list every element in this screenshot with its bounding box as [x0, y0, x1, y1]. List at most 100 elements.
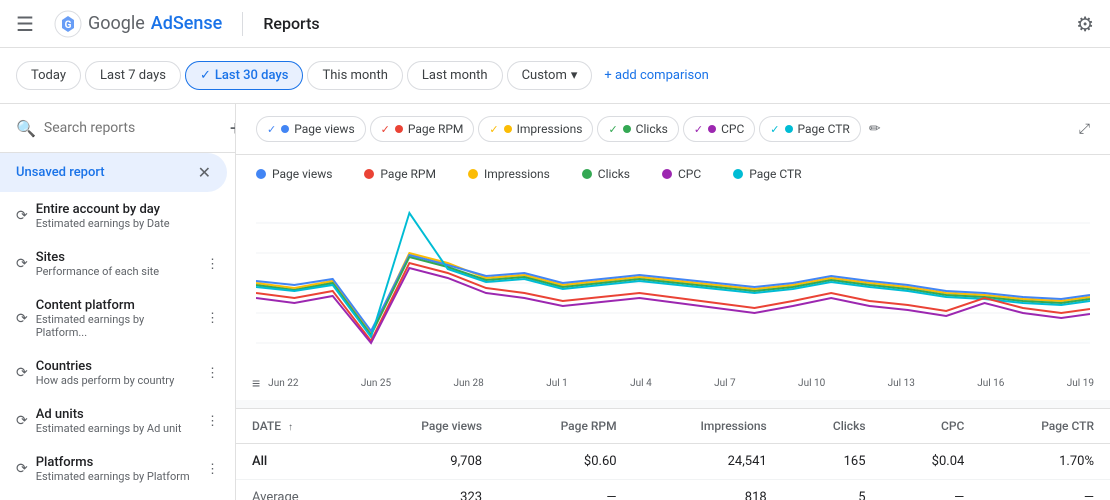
item-name: Sites: [36, 250, 198, 265]
more-menu-icon[interactable]: ⋮: [206, 414, 219, 429]
chart-section: ✓ Page views ✓ Page RPM ✓ Impressions ✓: [236, 104, 1110, 400]
date-label: Jun 28: [454, 378, 484, 389]
sidebar-item-ad-units[interactable]: ⟳ Ad units Estimated earnings by Ad unit…: [0, 397, 235, 445]
date-axis-row: ≡ Jun 22 Jun 25 Jun 28 Jul 1 Jul 4 Jul 7…: [236, 373, 1110, 400]
date-label: Jul 16: [977, 378, 1004, 389]
sidebar-item-content-platform[interactable]: ⟳ Content platform Estimated earnings by…: [0, 288, 235, 349]
cell-page-rpm: $0.60: [498, 444, 632, 480]
legend-impressions: Impressions: [468, 167, 550, 181]
search-input[interactable]: [44, 120, 222, 136]
item-desc: Performance of each site: [36, 265, 198, 278]
tab-cpc[interactable]: ✓ CPC: [683, 116, 755, 142]
col-page-rpm[interactable]: Page RPM: [498, 409, 632, 444]
item-desc: Estimated earnings by Platform: [36, 470, 198, 483]
cell-page-ctr: —: [980, 480, 1110, 500]
logo-text: Google: [88, 13, 145, 34]
custom-filter[interactable]: Custom ▾: [507, 61, 593, 90]
clicks-dot: [623, 125, 631, 133]
legend-page-ctr: Page CTR: [733, 167, 801, 181]
page-rpm-label: Page RPM: [408, 122, 464, 136]
legend-page-rpm: Page RPM: [364, 167, 436, 181]
sidebar-search-container: 🔍 +: [0, 104, 235, 153]
axis-options-icon[interactable]: ≡: [252, 375, 260, 392]
legend-label: Clicks: [598, 167, 630, 181]
tab-impressions[interactable]: ✓ Impressions: [478, 116, 593, 142]
chevron-down-icon: ▾: [571, 68, 578, 83]
date-label: Jul 19: [1067, 378, 1094, 389]
table-header-row: DATE ↑ Page views Page RPM Impressions C…: [236, 409, 1110, 444]
col-page-ctr[interactable]: Page CTR: [980, 409, 1110, 444]
more-menu-icon[interactable]: ⋮: [206, 257, 219, 272]
legend-dot: [662, 169, 672, 179]
date-axis: Jun 22 Jun 25 Jun 28 Jul 1 Jul 4 Jul 7 J…: [268, 378, 1094, 389]
settings-icon[interactable]: ⚙: [1076, 12, 1094, 36]
col-impressions[interactable]: Impressions: [633, 409, 783, 444]
page-views-dot: [281, 125, 289, 133]
cell-cpc: $0.04: [882, 444, 981, 480]
metric-tabs: ✓ Page views ✓ Page RPM ✓ Impressions ✓: [236, 104, 1110, 155]
logo: G Google AdSense: [54, 10, 222, 38]
date-label: Jul 10: [798, 378, 825, 389]
page-rpm-dot: [395, 125, 403, 133]
data-table: DATE ↑ Page views Page RPM Impressions C…: [236, 408, 1110, 500]
table-row: Average 323 — 818 5 — —: [236, 480, 1110, 500]
clicks-label: Clicks: [636, 122, 668, 136]
item-name: Platforms: [36, 455, 198, 470]
legend-label: Page RPM: [380, 167, 436, 181]
col-cpc[interactable]: CPC: [882, 409, 981, 444]
legend-cpc: CPC: [662, 167, 701, 181]
legend-clicks: Clicks: [582, 167, 630, 181]
cell-page-rpm: —: [498, 480, 632, 500]
close-icon[interactable]: ✕: [198, 163, 211, 182]
report-icon: ⟳: [16, 365, 28, 381]
legend-dot: [733, 169, 743, 179]
tab-page-rpm[interactable]: ✓ Page RPM: [370, 116, 475, 142]
tab-clicks[interactable]: ✓ Clicks: [597, 116, 678, 142]
check-icon: ✓: [770, 123, 779, 136]
sidebar-item-entire-account[interactable]: ⟳ Entire account by day Estimated earnin…: [0, 192, 235, 240]
item-name: Content platform: [36, 298, 198, 313]
date-label: Jul 7: [714, 378, 736, 389]
edit-metrics-icon[interactable]: ✏: [869, 121, 881, 137]
check-icon: ✓: [694, 123, 703, 136]
cell-impressions: 24,541: [633, 444, 783, 480]
last-month-filter[interactable]: Last month: [407, 61, 503, 90]
table-row: All 9,708 $0.60 24,541 165 $0.04 1.70%: [236, 444, 1110, 480]
tab-page-views[interactable]: ✓ Page views: [256, 116, 366, 142]
page-ctr-dot: [785, 125, 793, 133]
sidebar-item-countries[interactable]: ⟳ Countries How ads perform by country ⋮: [0, 349, 235, 397]
sidebar-item-unsaved[interactable]: Unsaved report ✕: [0, 153, 227, 192]
cell-clicks: 165: [783, 444, 882, 480]
date-label: Jun 25: [361, 378, 391, 389]
more-menu-icon[interactable]: ⋮: [206, 311, 219, 326]
expand-chart-icon[interactable]: ⤢: [1079, 121, 1090, 137]
legend-label: Page CTR: [749, 167, 801, 181]
line-chart: [256, 193, 1090, 363]
more-menu-icon[interactable]: ⋮: [206, 366, 219, 381]
this-month-filter[interactable]: This month: [307, 61, 402, 90]
legend-label: Impressions: [484, 167, 550, 181]
last7-filter[interactable]: Last 7 days: [85, 61, 181, 90]
item-name: Countries: [36, 359, 198, 374]
chart-container: [236, 193, 1110, 373]
today-filter[interactable]: Today: [16, 61, 81, 90]
cell-cpc: —: [882, 480, 981, 500]
menu-icon[interactable]: ☰: [16, 12, 34, 36]
sidebar-item-platforms[interactable]: ⟳ Platforms Estimated earnings by Platfo…: [0, 445, 235, 493]
cell-page-ctr: 1.70%: [980, 444, 1110, 480]
add-comparison-button[interactable]: + add comparison: [604, 68, 708, 83]
filter-bar: Today Last 7 days ✓ Last 30 days This mo…: [0, 48, 1110, 104]
sidebar: 🔍 + Unsaved report ✕ ⟳ Entire account by…: [0, 104, 236, 500]
col-clicks[interactable]: Clicks: [783, 409, 882, 444]
cell-page-views: 9,708: [356, 444, 498, 480]
report-icon: ⟳: [16, 256, 28, 272]
col-date[interactable]: DATE ↑: [236, 409, 356, 444]
custom-label: Custom: [522, 68, 567, 83]
tab-page-ctr[interactable]: ✓ Page CTR: [759, 116, 861, 142]
col-page-views[interactable]: Page views: [356, 409, 498, 444]
report-icon: ⟳: [16, 461, 28, 477]
last30-filter[interactable]: ✓ Last 30 days: [185, 61, 304, 90]
sidebar-item-sites[interactable]: ⟳ Sites Performance of each site ⋮: [0, 240, 235, 288]
more-menu-icon[interactable]: ⋮: [206, 462, 219, 477]
item-desc: How ads perform by country: [36, 374, 198, 387]
